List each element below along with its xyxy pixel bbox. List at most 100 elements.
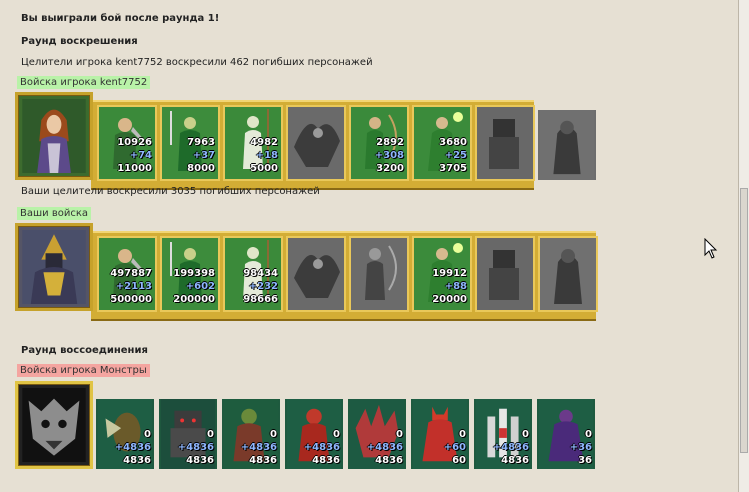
unit-total: 4836	[123, 455, 151, 466]
unit-gain: +60	[443, 442, 466, 453]
resurrection-round-title: Раунд воскрешения	[21, 36, 138, 47]
result-heading: Вы выиграли бой после раунда 1!	[21, 13, 220, 24]
unit-count: 0	[207, 429, 214, 440]
unit-gain: +4836	[366, 442, 403, 453]
unit-total: 98666	[243, 294, 278, 305]
golem-unit-icon-dead	[477, 107, 533, 179]
unit-total: 11000	[117, 163, 152, 174]
unit-gain: +2113	[115, 281, 152, 292]
kent-unit-1[interactable]: 10926 +74 11000	[97, 105, 157, 181]
unit-total: 60	[452, 455, 466, 466]
unit-count: 7963	[187, 137, 215, 148]
unit-count: 4982	[250, 137, 278, 148]
unit-total: 3200	[376, 163, 404, 174]
golem-unit-icon-dead	[477, 238, 533, 310]
unit-count: 0	[333, 429, 340, 440]
unit-total: 3705	[439, 163, 467, 174]
unit-gain: +232	[248, 281, 278, 292]
unit-total: 200000	[173, 294, 215, 305]
monster-unit-6[interactable]: 0 +60 60	[411, 399, 469, 469]
kent-hero-portrait[interactable]	[15, 92, 93, 180]
titan-unit-icon-dead	[539, 110, 595, 180]
monster-unit-4[interactable]: 0 +4836 4836	[285, 399, 343, 469]
unit-count: 497887	[110, 268, 152, 279]
kent-unit-6[interactable]: 3680 +25 3705	[412, 105, 472, 181]
unit-gain: +602	[185, 281, 215, 292]
unit-count: 10926	[117, 137, 152, 148]
unit-total: 4836	[312, 455, 340, 466]
player-kent-label: Войска игрока kent7752	[17, 76, 151, 89]
your-hero-portrait[interactable]	[15, 223, 93, 311]
kent-unit-8[interactable]	[538, 110, 596, 180]
monster-unit-7[interactable]: 0 +4836 4836	[474, 399, 532, 469]
monster-unit-8[interactable]: 0 +36 36	[537, 399, 595, 469]
unit-gain: +4836	[114, 442, 151, 453]
unit-count: 0	[144, 429, 151, 440]
unit-gain: +74	[129, 150, 152, 161]
unit-count: 0	[396, 429, 403, 440]
griffin-unit-icon-dead	[288, 107, 344, 179]
unit-total: 36	[578, 455, 592, 466]
unit-count: 0	[522, 429, 529, 440]
monsters-army-label: Войска игрока Монстры	[17, 364, 150, 377]
kent-unit-2[interactable]: 7963 +37 8000	[160, 105, 220, 181]
kent-unit-4[interactable]	[286, 105, 346, 181]
reunion-round-title: Раунд воссоединения	[21, 345, 148, 356]
your-unit-2[interactable]: 199398 +602 200000	[160, 236, 220, 312]
battle-report-page: Вы выиграли бой после раунда 1! Раунд во…	[0, 0, 739, 492]
your-unit-6[interactable]: 19912 +88 20000	[412, 236, 472, 312]
unit-count: 0	[585, 429, 592, 440]
your-unit-3[interactable]: 98434 +232 98666	[223, 236, 283, 312]
your-unit-8[interactable]	[538, 236, 598, 312]
unit-gain: +25	[444, 150, 467, 161]
monster-unit-2[interactable]: 0 +4836 4836	[159, 399, 217, 469]
your-unit-5[interactable]	[349, 236, 409, 312]
unit-gain: +88	[444, 281, 467, 292]
mouse-cursor-icon	[704, 238, 718, 259]
griffin-unit-icon-dead	[288, 238, 344, 310]
unit-count: 3680	[439, 137, 467, 148]
unit-gain: +18	[255, 150, 278, 161]
unit-total: 4836	[501, 455, 529, 466]
unit-total: 5000	[250, 163, 278, 174]
unit-count: 0	[459, 429, 466, 440]
unit-gain: +4836	[240, 442, 277, 453]
unit-gain: +4836	[492, 442, 529, 453]
monster-unit-3[interactable]: 0 +4836 4836	[222, 399, 280, 469]
kent-unit-7[interactable]	[475, 105, 535, 181]
unit-count: 98434	[243, 268, 278, 279]
demon-mask-portrait-icon	[22, 388, 86, 462]
your-unit-7[interactable]	[475, 236, 535, 312]
enemy-resurrection-text: Целители игрока kent7752 воскресили 462 …	[21, 57, 373, 68]
unit-total: 20000	[432, 294, 467, 305]
unit-total: 4836	[186, 455, 214, 466]
unit-count: 0	[270, 429, 277, 440]
unit-gain: +308	[374, 150, 404, 161]
unit-gain: +37	[192, 150, 215, 161]
your-unit-4[interactable]	[286, 236, 346, 312]
unit-gain: +4836	[303, 442, 340, 453]
monster-unit-5[interactable]: 0 +4836 4836	[348, 399, 406, 469]
your-unit-1[interactable]: 497887 +2113 500000	[97, 236, 157, 312]
unit-total: 8000	[187, 163, 215, 174]
vertical-scrollbar[interactable]	[739, 0, 749, 492]
unit-count: 2892	[376, 137, 404, 148]
monsters-hero-portrait[interactable]	[15, 381, 93, 469]
your-army-label: Ваши войска	[17, 207, 91, 220]
your-resurrection-text: Ваши целители воскресили 3035 погибших п…	[21, 186, 320, 197]
unit-count: 19912	[432, 268, 467, 279]
kent-unit-3[interactable]: 4982 +18 5000	[223, 105, 283, 181]
elf-hero-portrait-icon	[22, 99, 86, 173]
unit-gain: +4836	[177, 442, 214, 453]
kent-unit-5[interactable]: 2892 +308 3200	[349, 105, 409, 181]
unit-total: 4836	[249, 455, 277, 466]
monster-unit-1[interactable]: 0 +4836 4836	[96, 399, 154, 469]
unit-total: 500000	[110, 294, 152, 305]
unit-gain: +36	[569, 442, 592, 453]
unit-total: 4836	[375, 455, 403, 466]
archer-unit-icon-dead	[351, 238, 407, 310]
titan-unit-icon-dead	[540, 238, 596, 310]
unit-count: 199398	[173, 268, 215, 279]
knight-hero-portrait-icon	[22, 230, 86, 304]
scrollbar-thumb[interactable]	[740, 188, 748, 453]
